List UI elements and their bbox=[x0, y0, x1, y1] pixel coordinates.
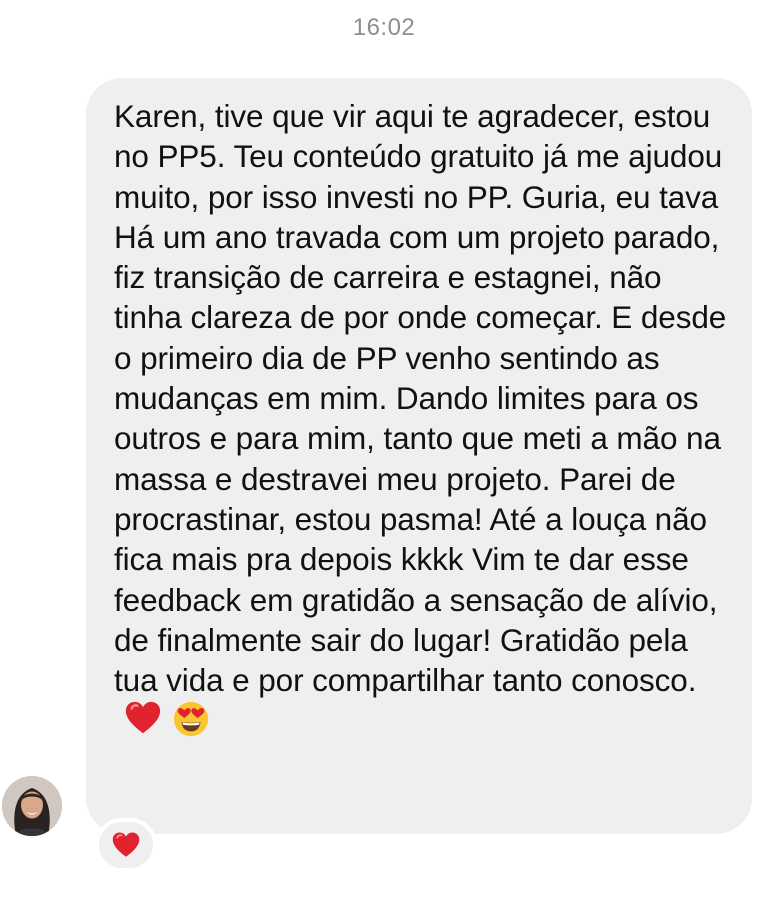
message-bubble[interactable]: Karen, tive que vir aqui te agradecer, e… bbox=[86, 78, 752, 834]
message-text: Karen, tive que vir aqui te agradecer, e… bbox=[114, 96, 732, 742]
avatar[interactable] bbox=[2, 776, 62, 836]
red-heart-icon bbox=[112, 832, 140, 857]
heart-eyes-face-icon bbox=[172, 700, 210, 738]
message-timestamp: 16:02 bbox=[352, 14, 416, 41]
message-body: Karen, tive que vir aqui te agradecer, e… bbox=[114, 98, 727, 699]
reaction-badge[interactable] bbox=[95, 818, 157, 872]
red-heart-icon bbox=[124, 700, 162, 738]
